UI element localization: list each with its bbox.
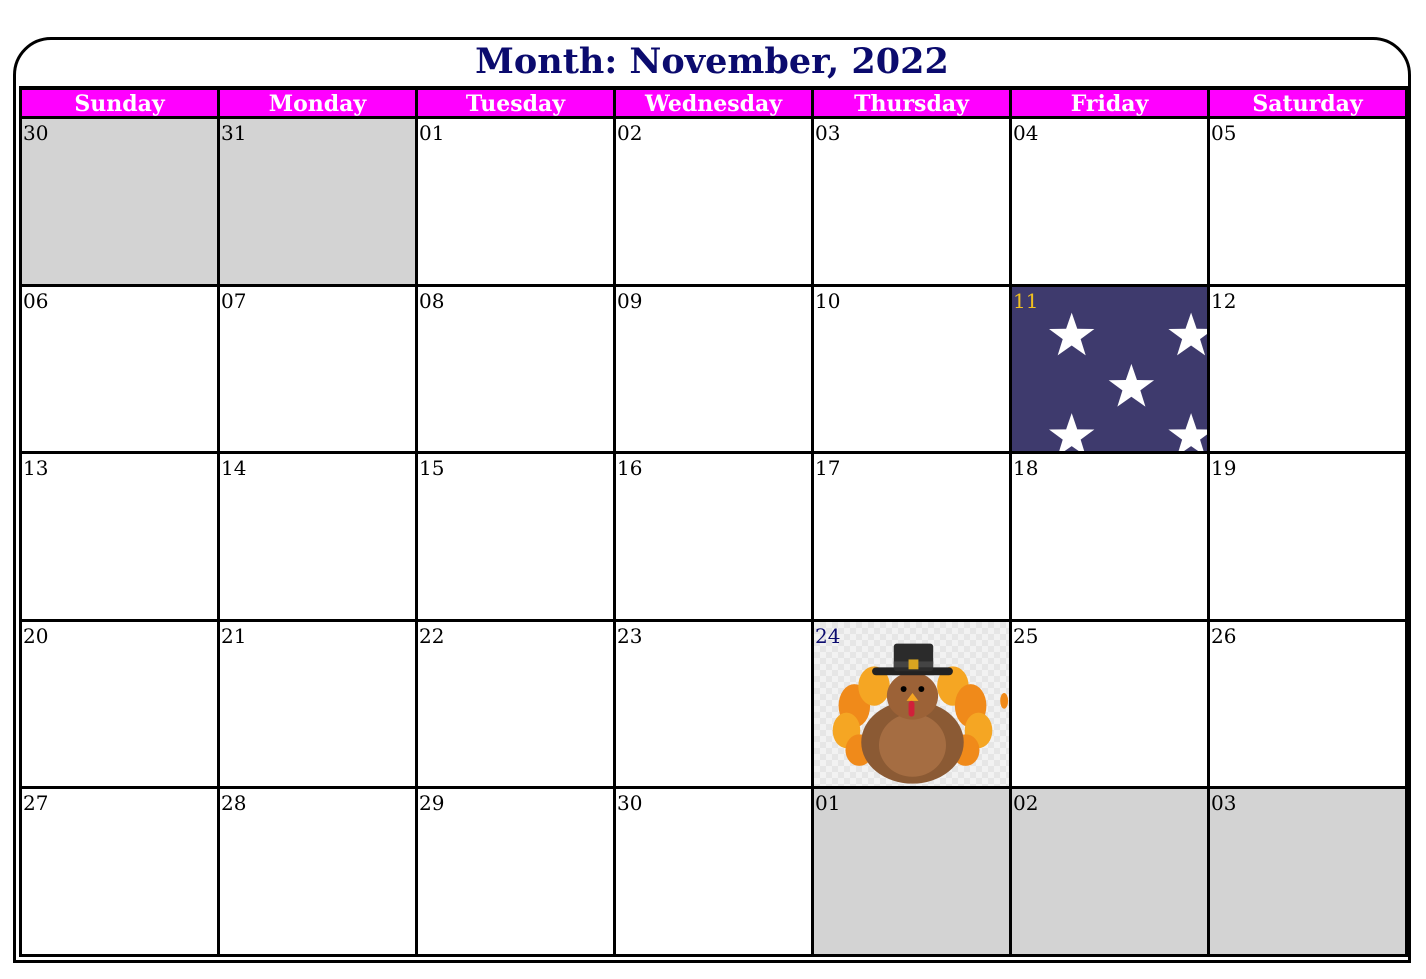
weekday-header-wednesday: Wednesday: [616, 90, 811, 116]
weekday-header-monday: Monday: [220, 90, 415, 116]
month-title: Month: November, 2022: [475, 41, 949, 82]
day-number: 25: [1013, 623, 1039, 648]
day-cell[interactable]: 28: [220, 789, 415, 954]
day-number: 12: [1211, 288, 1237, 313]
day-cell[interactable]: 26: [1210, 621, 1405, 787]
day-cell[interactable]: 22: [418, 621, 613, 787]
day-cell[interactable]: 29: [418, 789, 613, 954]
day-cell[interactable]: 30: [22, 119, 217, 284]
day-cell[interactable]: 02: [616, 119, 811, 284]
day-number: 09: [617, 288, 643, 313]
day-number: 08: [419, 288, 445, 313]
day-number: 27: [23, 791, 49, 816]
day-number: 30: [23, 121, 49, 145]
weekday-header-friday: Friday: [1012, 90, 1207, 116]
day-cell[interactable]: 20: [22, 621, 217, 787]
day-number: 14: [221, 456, 247, 481]
calendar: Month: November, 2022 Sunday Monday Tues…: [13, 37, 1411, 963]
day-number: 02: [617, 121, 643, 145]
day-cell[interactable]: 14: [220, 454, 415, 619]
day-number: 21: [221, 623, 247, 648]
day-number: 01: [815, 791, 841, 816]
day-cell[interactable]: 01: [418, 119, 613, 284]
weekday-header-tuesday: Tuesday: [418, 90, 613, 116]
day-cell[interactable]: 19: [1210, 454, 1405, 619]
day-number: 03: [1211, 791, 1237, 816]
weekday-header-thursday: Thursday: [814, 90, 1009, 116]
day-number: 26: [1211, 623, 1237, 648]
day-number: 05: [1211, 121, 1237, 145]
day-number: 22: [419, 623, 445, 648]
day-cell[interactable]: 07: [220, 286, 415, 452]
day-cell[interactable]: 18: [1012, 454, 1207, 619]
day-cell[interactable]: 03: [814, 119, 1009, 284]
day-cell[interactable]: 08: [418, 286, 613, 452]
day-cell-thanksgiving[interactable]: 24: [814, 621, 1009, 787]
day-cell[interactable]: 02: [1012, 789, 1207, 954]
day-number: 31: [221, 121, 247, 145]
day-cell[interactable]: 12: [1210, 286, 1405, 452]
day-number: 01: [419, 121, 445, 145]
day-cell-veterans-day[interactable]: 11: [1012, 286, 1207, 452]
day-number: 24: [815, 623, 841, 648]
day-cell[interactable]: 03: [1210, 789, 1405, 954]
day-cell[interactable]: 25: [1012, 621, 1207, 787]
day-cell[interactable]: 31: [220, 119, 415, 284]
day-cell[interactable]: 17: [814, 454, 1009, 619]
day-cell[interactable]: 04: [1012, 119, 1207, 284]
day-cell[interactable]: 27: [22, 789, 217, 954]
day-number: 15: [419, 456, 445, 481]
stars-pattern-icon: [1049, 312, 1207, 452]
day-number: 10: [815, 288, 841, 313]
day-number: 19: [1211, 456, 1237, 481]
day-cell[interactable]: 21: [220, 621, 415, 787]
day-number: 18: [1013, 456, 1039, 481]
day-cell[interactable]: 13: [22, 454, 217, 619]
day-number: 16: [617, 456, 643, 481]
day-number: 20: [23, 623, 49, 648]
day-cell[interactable]: 05: [1210, 119, 1405, 284]
day-number: 04: [1013, 121, 1039, 145]
day-cell[interactable]: 15: [418, 454, 613, 619]
day-number: 11: [1013, 288, 1039, 313]
day-number: 03: [815, 121, 841, 145]
day-cell[interactable]: 16: [616, 454, 811, 619]
day-number: 29: [419, 791, 445, 816]
weekday-header-saturday: Saturday: [1210, 90, 1405, 116]
day-cell[interactable]: 10: [814, 286, 1009, 452]
day-cell[interactable]: 30: [616, 789, 811, 954]
day-cell[interactable]: 23: [616, 621, 811, 787]
turkey-icon: [832, 643, 1009, 784]
day-cell[interactable]: 09: [616, 286, 811, 452]
day-number: 13: [23, 456, 49, 481]
day-cell[interactable]: 06: [22, 286, 217, 452]
day-number: 07: [221, 288, 247, 313]
day-number: 02: [1013, 791, 1039, 816]
calendar-grid: Sunday Monday Tuesday Wednesday Thursday…: [19, 86, 1408, 957]
day-number: 06: [23, 288, 49, 313]
day-number: 23: [617, 623, 643, 648]
day-number: 17: [815, 456, 841, 481]
day-number: 28: [221, 791, 247, 816]
day-cell[interactable]: 01: [814, 789, 1009, 954]
weekday-header-sunday: Sunday: [22, 90, 217, 116]
day-number: 30: [617, 791, 643, 816]
